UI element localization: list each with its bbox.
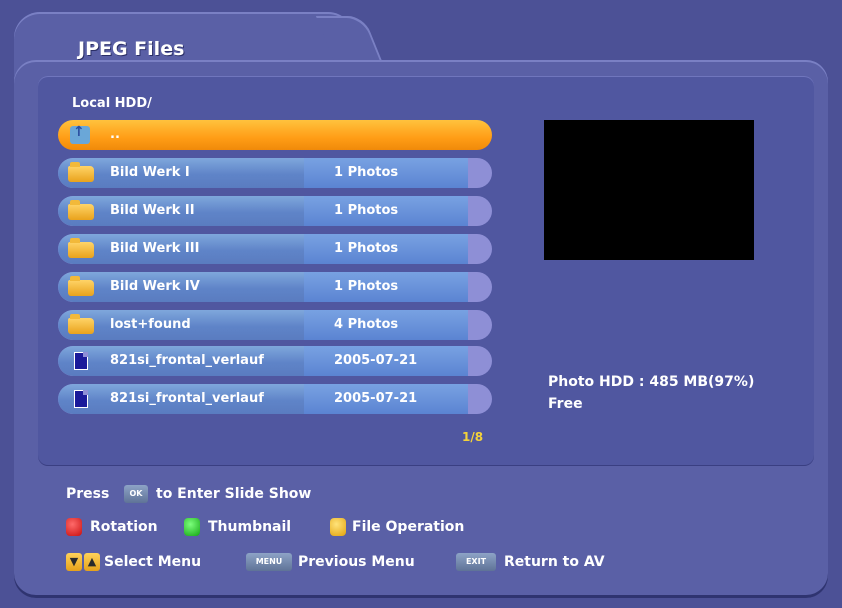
parent-folder-icon <box>70 124 90 144</box>
ok-key-icon: OK <box>124 485 148 503</box>
osd-screen: JPEG Files Local HDD/ .. Bild Werk I 1 P… <box>0 0 842 608</box>
list-item-name: 821si_frontal_verlauf <box>110 391 264 406</box>
help-select-menu-label: Select Menu <box>104 554 202 570</box>
help-file-operation-label: File Operation <box>352 519 465 535</box>
list-item-folder[interactable]: lost+found 4 Photos <box>58 310 492 340</box>
folder-icon <box>68 238 94 258</box>
list-item-name: Bild Werk II <box>110 203 195 218</box>
list-item-date: 2005-07-21 <box>334 353 418 368</box>
folder-icon <box>68 200 94 220</box>
list-item-parent[interactable]: .. <box>58 120 492 150</box>
list-item-date: 2005-07-21 <box>334 391 418 406</box>
green-key-icon <box>184 518 200 536</box>
hdd-free-space: Photo HDD : 485 MB(97%) <box>548 374 755 390</box>
folder-icon <box>68 162 94 182</box>
help-previous-menu-label: Previous Menu <box>298 554 415 570</box>
list-item-count: 4 Photos <box>334 317 399 332</box>
list-item-name: 821si_frontal_verlauf <box>110 353 264 368</box>
folder-icon <box>68 314 94 334</box>
image-file-icon <box>74 390 88 408</box>
list-item-name: Bild Werk IV <box>110 279 200 294</box>
help-thumbnail-label: Thumbnail <box>208 519 292 535</box>
photo-preview <box>544 120 754 260</box>
red-key-icon <box>66 518 82 536</box>
help-press-label: Press <box>66 486 110 502</box>
help-slideshow-label: to Enter Slide Show <box>156 486 312 502</box>
list-item-folder[interactable]: Bild Werk II 1 Photos <box>58 196 492 226</box>
hdd-free-label: Free <box>548 396 583 412</box>
list-item-name: lost+found <box>110 317 191 332</box>
list-item-count: 1 Photos <box>334 203 399 218</box>
up-arrow-key-icon: ▲ <box>84 553 100 571</box>
down-arrow-key-icon: ▼ <box>66 553 82 571</box>
breadcrumb: Local HDD/ <box>72 96 152 111</box>
image-file-icon <box>74 352 88 370</box>
list-item-name: Bild Werk I <box>110 165 190 180</box>
yellow-key-icon <box>330 518 346 536</box>
folder-icon <box>68 276 94 296</box>
list-item-name: Bild Werk III <box>110 241 200 256</box>
list-item-count: 1 Photos <box>334 241 399 256</box>
list-item-file[interactable]: 821si_frontal_verlauf 2005-07-21 <box>58 384 492 414</box>
help-return-av-label: Return to AV <box>504 554 605 570</box>
page-title: JPEG Files <box>78 38 185 60</box>
list-item-count: 1 Photos <box>334 165 399 180</box>
help-rotation-label: Rotation <box>90 519 158 535</box>
list-item-folder[interactable]: Bild Werk I 1 Photos <box>58 158 492 188</box>
list-item-folder[interactable]: Bild Werk III 1 Photos <box>58 234 492 264</box>
menu-key-icon: MENU <box>246 553 292 571</box>
list-item-name: .. <box>110 127 120 142</box>
page-indicator: 1/8 <box>462 430 484 444</box>
list-item-file[interactable]: 821si_frontal_verlauf 2005-07-21 <box>58 346 492 376</box>
list-item-count: 1 Photos <box>334 279 399 294</box>
list-item-folder[interactable]: Bild Werk IV 1 Photos <box>58 272 492 302</box>
exit-key-icon: EXIT <box>456 553 496 571</box>
